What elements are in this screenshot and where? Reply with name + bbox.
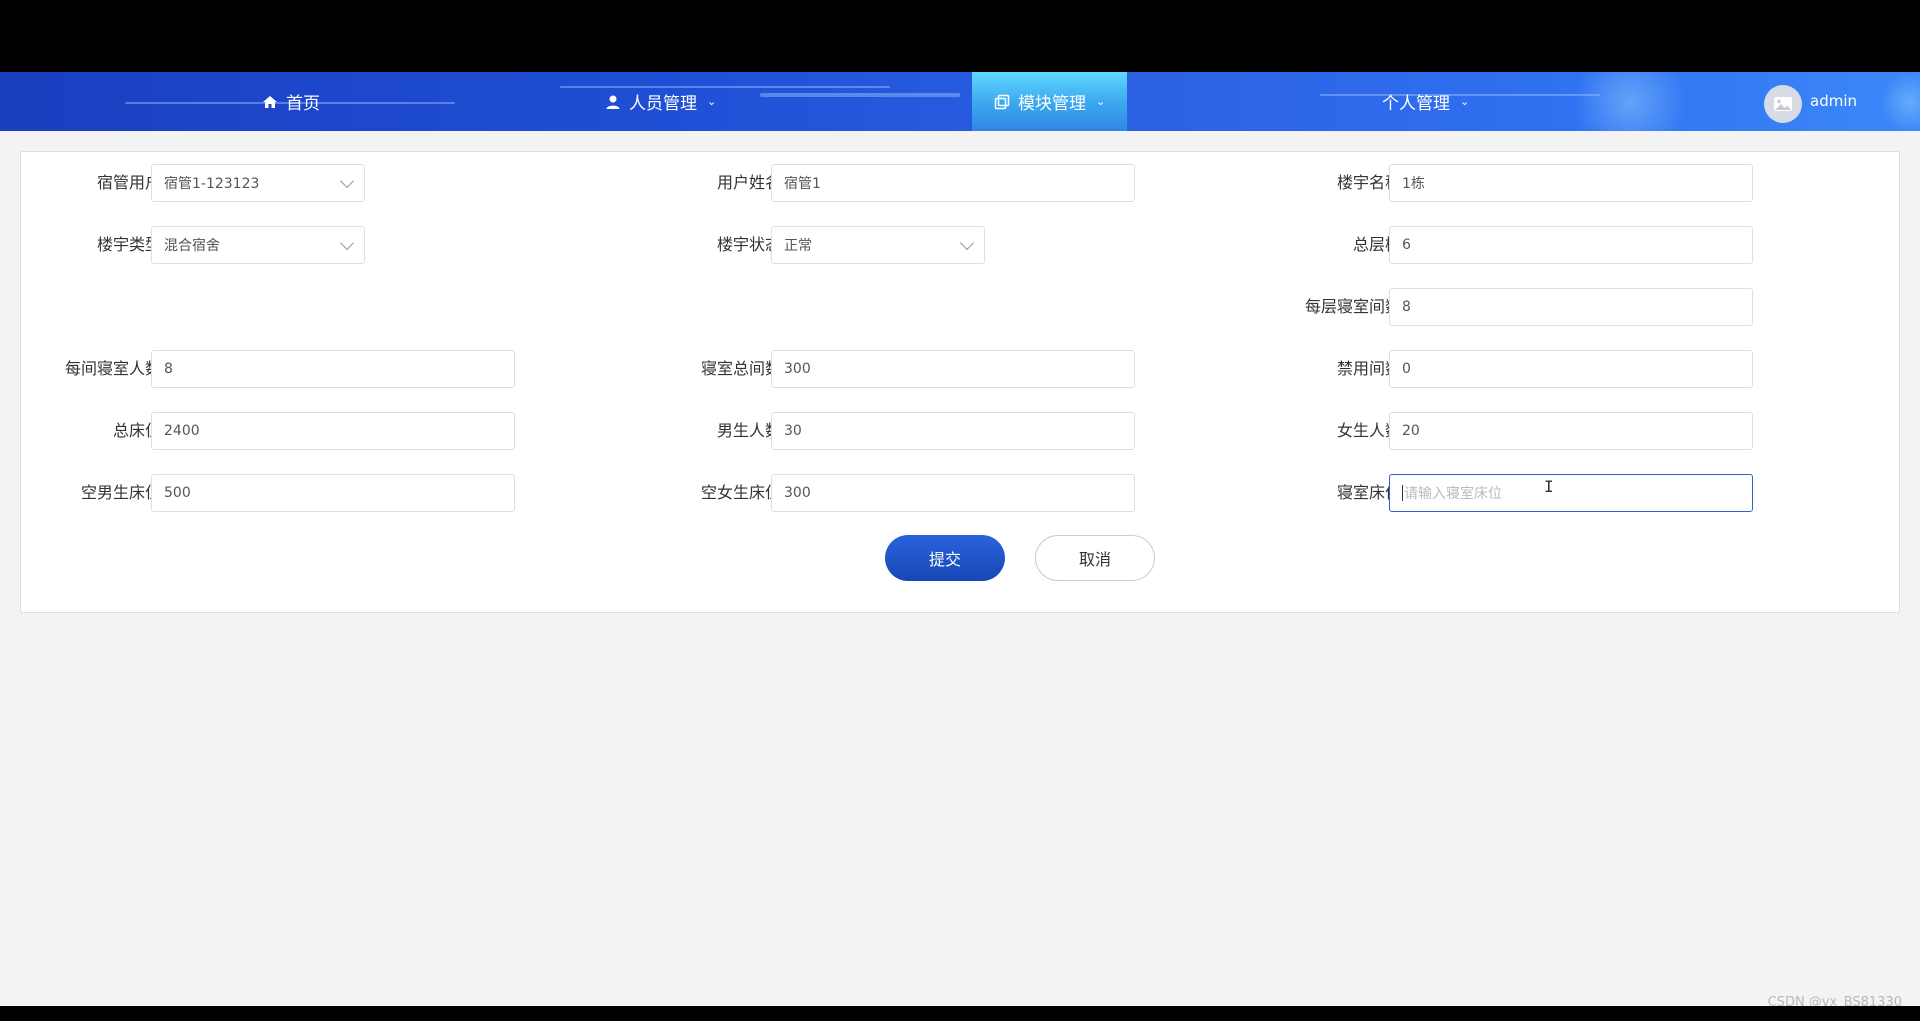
rooms-per-floor-input[interactable]: 8 (1389, 288, 1753, 326)
user-name-value: 宿管1 (784, 176, 821, 192)
chevron-down-icon (339, 235, 355, 250)
building-type-select[interactable]: 混合宿舍 (151, 226, 365, 264)
total-rooms-value: 300 (784, 361, 811, 377)
people-per-room-input[interactable]: 8 (151, 350, 515, 388)
nav-personal-management[interactable]: 个人管理 ⌄ (1382, 72, 1469, 131)
female-count-input[interactable]: 20 (1389, 412, 1753, 450)
nav-decoration (1880, 72, 1920, 131)
chevron-down-icon (959, 235, 975, 250)
top-black-bar (0, 0, 1920, 72)
chevron-down-icon (339, 173, 355, 188)
male-count-input[interactable]: 30 (771, 412, 1135, 450)
home-icon (263, 95, 277, 108)
empty-female-beds-value: 300 (784, 485, 811, 501)
empty-female-beds-input[interactable]: 300 (771, 474, 1135, 512)
female-count-label: 女生人数 (1336, 421, 1401, 440)
dorm-manager-user-value: 宿管1-123123 (164, 176, 260, 192)
building-name-input[interactable]: 1栋 (1389, 164, 1753, 202)
male-count-label: 男生人数 (716, 421, 781, 440)
total-rooms-label: 寝室总间数 (700, 359, 781, 378)
building-type-label: 楼宇类型 (96, 235, 161, 254)
total-floors-label: 总层楼 (1352, 235, 1401, 254)
rooms-per-floor-value: 8 (1402, 299, 1411, 315)
total-floors-input[interactable]: 6 (1389, 226, 1753, 264)
nav-staff-label: 人员管理 (629, 94, 697, 114)
female-count-value: 20 (1402, 423, 1420, 439)
cancel-button[interactable]: 取消 (1035, 535, 1155, 581)
total-beds-input[interactable]: 2400 (151, 412, 515, 450)
total-rooms-input[interactable]: 300 (771, 350, 1135, 388)
empty-female-beds-label: 空女生床位 (700, 483, 781, 502)
nav-staff-management[interactable]: 人员管理 ⌄ (605, 72, 716, 131)
dorm-manager-user-label: 宿管用户 (96, 173, 161, 192)
text-caret (1402, 485, 1403, 501)
building-type-value: 混合宿舍 (164, 238, 220, 254)
copy-icon (994, 94, 1010, 109)
empty-male-beds-value: 500 (164, 485, 191, 501)
building-name-label: 楼宇名称 (1336, 173, 1401, 192)
nav-modules-label: 模块管理 (1018, 94, 1086, 114)
dorm-manager-user-select[interactable]: 宿管1-123123 (151, 164, 365, 202)
total-beds-label: 总床位 (112, 421, 161, 440)
top-navbar: 首页 人员管理 ⌄ 模块管理 ⌄ 个人管理 ⌄ (0, 72, 1920, 131)
building-status-select[interactable]: 正常 (771, 226, 985, 264)
room-beds-placeholder: 请输入寝室床位 (1404, 486, 1502, 502)
nav-decoration (760, 93, 960, 97)
chevron-down-icon: ⌄ (707, 95, 717, 108)
user-name-input[interactable]: 宿管1 (771, 164, 1135, 202)
room-beds-label: 寝室床位 (1336, 483, 1401, 502)
nav-home[interactable]: 首页 (262, 72, 320, 131)
male-count-value: 30 (784, 423, 802, 439)
nav-module-management[interactable]: 模块管理 ⌄ (972, 72, 1128, 131)
disabled-rooms-input[interactable]: 0 (1389, 350, 1753, 388)
disabled-rooms-value: 0 (1402, 361, 1411, 377)
submit-button[interactable]: 提交 (885, 535, 1005, 581)
building-name-value: 1栋 (1402, 176, 1425, 192)
empty-male-beds-input[interactable]: 500 (151, 474, 515, 512)
disabled-rooms-label: 禁用间数 (1336, 359, 1401, 378)
building-status-label: 楼宇状态 (716, 235, 781, 254)
chevron-down-icon: ⌄ (1096, 95, 1106, 108)
nav-personal-label: 个人管理 (1382, 94, 1450, 114)
people-per-room-value: 8 (164, 361, 173, 377)
people-per-room-label: 每间寝室人数 (64, 359, 161, 378)
image-icon (1774, 97, 1792, 111)
username[interactable]: admin (1810, 92, 1857, 110)
avatar[interactable] (1764, 85, 1802, 123)
bottom-black-bar (0, 1006, 1920, 1021)
total-floors-value: 6 (1402, 237, 1411, 253)
room-beds-input[interactable]: 请输入寝室床位 (1389, 474, 1753, 512)
user-name-label: 用户姓名 (716, 173, 781, 192)
empty-male-beds-label: 空男生床位 (80, 483, 161, 502)
building-status-value: 正常 (784, 238, 812, 254)
nav-decoration (1560, 72, 1700, 131)
total-beds-value: 2400 (164, 423, 200, 439)
rooms-per-floor-label: 每层寝室间数 (1304, 297, 1401, 316)
nav-home-label: 首页 (286, 94, 320, 114)
user-icon (606, 95, 620, 109)
chevron-down-icon: ⌄ (1460, 95, 1470, 108)
text-cursor-icon: I (1544, 477, 1554, 496)
